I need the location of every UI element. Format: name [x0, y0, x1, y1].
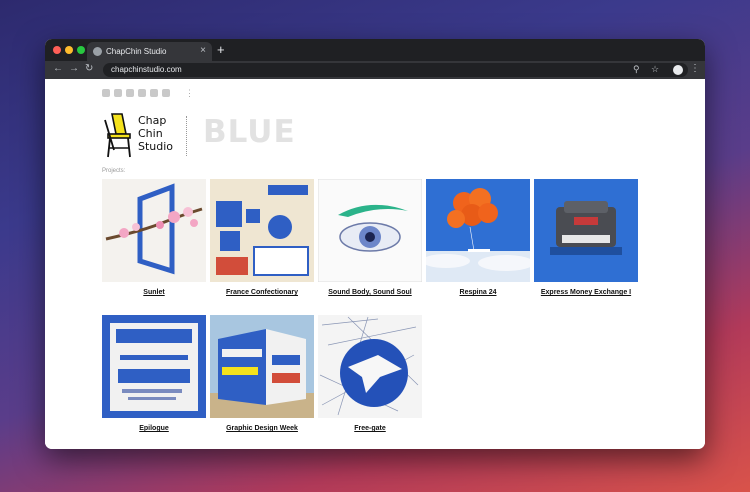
project-title[interactable]: Free-gate [318, 425, 422, 432]
project-thumbnail[interactable] [210, 315, 314, 418]
logo-line: Chin [138, 127, 163, 140]
instagram-icon[interactable] [150, 89, 158, 97]
minimize-window-button[interactable] [65, 46, 73, 54]
project-thumbnail[interactable] [210, 179, 314, 282]
phone-icon[interactable] [102, 89, 110, 97]
project-card-express-money-exchange[interactable]: Express Money Exchange I [534, 179, 638, 304]
favicon-icon [93, 47, 102, 56]
project-title[interactable]: Epilogue [102, 425, 206, 432]
more-options-icon[interactable]: ⋮ [185, 88, 194, 99]
tab-bar: ChapChin Studio × + [45, 39, 705, 61]
projects-label: Projects: [102, 168, 126, 174]
project-thumbnail[interactable] [426, 179, 530, 282]
browser-window: ChapChin Studio × + ← → ↻ chapchinstudio… [45, 39, 705, 449]
facebook-icon[interactable] [126, 89, 134, 97]
bookmark-star-icon[interactable]: ☆ [651, 64, 659, 75]
web-page: ⋮ Chap Chin Studio BLUE Projects: Sunlet… [45, 79, 705, 449]
url-text: chapchinstudio.com [111, 65, 182, 74]
logo-line: Chap [138, 114, 167, 127]
project-card-sunlet[interactable]: Sunlet [102, 179, 206, 304]
project-title[interactable]: Respina 24 [426, 289, 530, 296]
mail-icon[interactable] [162, 89, 170, 97]
project-thumbnail[interactable] [102, 179, 206, 282]
project-card-respina-24[interactable]: Respina 24 [426, 179, 530, 304]
project-thumbnail[interactable] [318, 179, 422, 282]
logo-line: Studio [138, 140, 174, 153]
maximize-window-button[interactable] [77, 46, 85, 54]
project-card-sound-body[interactable]: Sound Body, Sound Soul [318, 179, 422, 304]
back-icon[interactable]: ← [53, 63, 63, 74]
new-tab-button[interactable]: + [217, 42, 225, 57]
project-title[interactable]: Express Money Exchange I [534, 289, 638, 296]
vimeo-icon[interactable] [114, 89, 122, 97]
browser-toolbar: ← → ↻ chapchinstudio.com ⚲ ☆ ⋮ [45, 61, 705, 79]
logo-text: Chap Chin Studio [138, 114, 173, 153]
project-title[interactable]: Graphic Design Week [210, 425, 314, 432]
reload-icon[interactable]: ↻ [85, 63, 93, 74]
project-card-epilogue[interactable]: Epilogue [102, 315, 206, 440]
project-title[interactable]: Sound Body, Sound Soul [318, 289, 422, 296]
project-thumbnail[interactable] [102, 315, 206, 418]
close-window-button[interactable] [53, 46, 61, 54]
project-card-france-confectionary[interactable]: France Confectionary [210, 179, 314, 304]
address-bar[interactable]: chapchinstudio.com ⚲ ☆ [103, 63, 688, 77]
tab-chapchin[interactable]: ChapChin Studio × [87, 42, 212, 61]
behance-icon[interactable] [138, 89, 146, 97]
projects-grid: Sunlet France Confectionary Sound Body, … [102, 179, 642, 439]
project-title[interactable]: Sunlet [102, 289, 206, 296]
social-links [102, 89, 170, 97]
tab-close-icon[interactable]: × [200, 45, 206, 56]
project-thumbnail[interactable] [534, 179, 638, 282]
project-title[interactable]: France Confectionary [210, 289, 314, 296]
profile-avatar-icon[interactable] [673, 65, 683, 75]
project-card-free-gate[interactable]: Free-gate [318, 315, 422, 440]
page-heading: BLUE [203, 114, 296, 150]
zoom-search-icon[interactable]: ⚲ [633, 64, 640, 75]
header-divider [186, 116, 187, 156]
forward-icon[interactable]: → [69, 63, 79, 74]
browser-menu-icon[interactable]: ⋮ [690, 63, 700, 74]
project-thumbnail[interactable] [318, 315, 422, 418]
project-card-graphic-design-week[interactable]: Graphic Design Week [210, 315, 314, 440]
tab-title: ChapChin Studio [106, 47, 167, 56]
